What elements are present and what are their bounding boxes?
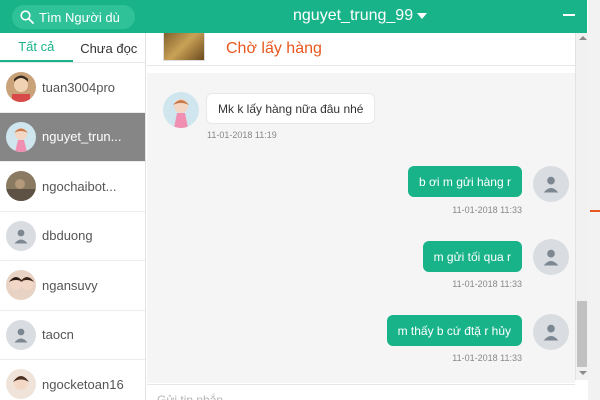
message-bubble-outgoing: m gửi tối qua r [422, 241, 522, 272]
contact-name: taocn [42, 327, 74, 343]
default-user-icon [6, 220, 36, 251]
contact-name: tuan3004pro [42, 79, 116, 95]
product-thumbnail [163, 33, 205, 61]
tab-all[interactable]: Tất cả [0, 39, 73, 62]
order-status: Chờ lấy hàng [226, 40, 322, 57]
avatar [6, 72, 36, 103]
search-input[interactable] [39, 9, 131, 25]
message-composer [147, 384, 575, 400]
message-timestamp: 11-01-2018 11:33 [452, 205, 522, 215]
contact-name: dbduong [42, 228, 93, 244]
conversation-sidebar: Tất cả Chưa đọc tuan3004pro nguyet_trun.… [0, 33, 146, 400]
scroll-thumb[interactable] [577, 301, 587, 367]
message-bubble-incoming: Mk k lấy hàng nữa đâu nhé [206, 93, 376, 124]
conversation-panel: Chờ lấy hàng Mk k lấy hàng nữa đâu nhé 1… [147, 33, 575, 400]
user-avatar-icon [533, 239, 569, 275]
user-avatar-icon [533, 166, 569, 202]
default-user-icon [6, 319, 36, 350]
avatar [6, 171, 36, 202]
chat-title: nguyet_trung_99 [293, 7, 414, 24]
background-divider [590, 210, 600, 212]
contact-item-nguyet-trung[interactable]: nguyet_trun... [0, 112, 145, 162]
contact-name: ngochaibot... [42, 178, 117, 194]
avatar [6, 270, 36, 301]
contact-name: ngocketoan16 [42, 376, 124, 392]
contact-name: nguyet_trun... [42, 129, 122, 145]
message-input[interactable] [157, 393, 457, 400]
filter-tabs: Tất cả Chưa đọc [0, 33, 145, 63]
message-scrollbar[interactable] [575, 33, 588, 380]
tab-unread[interactable]: Chưa đọc [73, 41, 146, 62]
order-info-bar[interactable]: Chờ lấy hàng [147, 33, 575, 66]
scroll-up-arrow-icon[interactable] [579, 36, 587, 40]
contact-item-dbduong[interactable]: dbduong [0, 212, 145, 261]
chat-window: nguyet_trung_99 Tất cả Chưa đọc tuan3004… [0, 0, 600, 400]
minimize-button[interactable] [563, 14, 575, 16]
chat-title-dropdown[interactable]: nguyet_trung_99 [293, 7, 428, 25]
caret-down-icon [417, 13, 428, 19]
contact-item-taocn[interactable]: taocn [0, 311, 145, 360]
scroll-down-arrow-icon[interactable] [579, 371, 587, 375]
message-timestamp: 11-01-2018 11:19 [207, 130, 277, 140]
contact-name: ngansuvy [42, 277, 98, 293]
avatar [6, 121, 36, 152]
message-list[interactable]: Mk k lấy hàng nữa đâu nhé 11-01-2018 11:… [147, 73, 575, 383]
background-page [588, 0, 600, 400]
contact-item-ngansuvy[interactable]: ngansuvy [0, 261, 145, 311]
avatar [6, 369, 36, 400]
message-bubble-outgoing: m thấy b cứ đtặ r hủy [386, 315, 522, 346]
search-icon [20, 10, 34, 24]
user-avatar-icon [533, 314, 569, 350]
contact-item-ngocketoan16[interactable]: ngocketoan16 [0, 360, 145, 400]
message-bubble-outgoing: b ơi m gửi hàng r [408, 166, 522, 197]
sender-avatar [163, 92, 199, 128]
contact-item-ngochaibot[interactable]: ngochaibot... [0, 162, 145, 212]
contact-item-tuan3004pro[interactable]: tuan3004pro [0, 63, 145, 113]
search-box[interactable] [12, 5, 135, 29]
chat-header: nguyet_trung_99 [0, 0, 587, 33]
message-timestamp: 11-01-2018 11:33 [452, 353, 522, 363]
message-timestamp: 11-01-2018 11:33 [452, 279, 522, 289]
